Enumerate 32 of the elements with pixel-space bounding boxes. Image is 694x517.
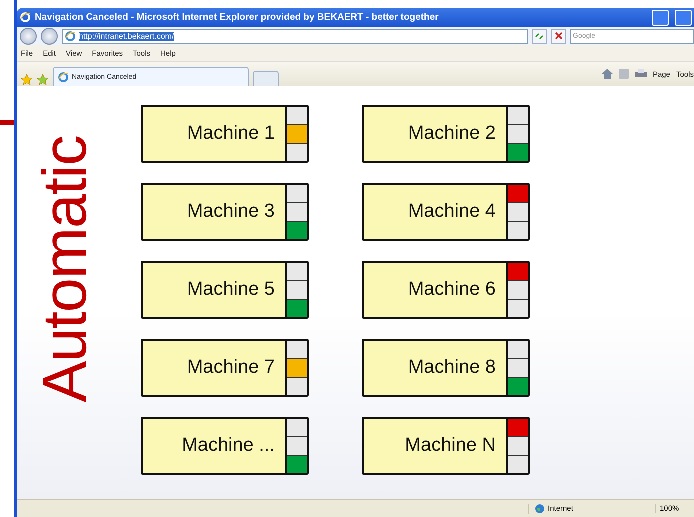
machine-name: Machine 8: [407, 356, 497, 380]
machine-name: Machine N: [404, 434, 497, 458]
machine-name: Machine 7: [186, 356, 276, 380]
machine-name: Machine 4: [407, 200, 497, 224]
machine-name: Machine ...: [181, 434, 276, 458]
ie-logo-icon: [65, 30, 76, 42]
window-title: Navigation Canceled - Microsoft Internet Explorer provided by BEKAERT - better together: [35, 12, 440, 23]
machine-name: Machine 2: [407, 122, 497, 146]
machine-name: Machine 6: [407, 278, 497, 302]
new-tab-button[interactable]: [253, 71, 279, 86]
back-button[interactable]: [20, 28, 37, 44]
machine-name: Machine 3: [186, 200, 276, 224]
stop-icon: [554, 32, 562, 40]
star-icon[interactable]: [37, 74, 49, 86]
forward-button[interactable]: [41, 28, 58, 44]
maximize-button[interactable]: [675, 10, 692, 26]
refresh-button[interactable]: [532, 28, 547, 44]
machine-name: Machine 5: [186, 278, 276, 302]
globe-icon: [535, 504, 545, 514]
ie-logo-icon: [20, 12, 31, 23]
print-icon[interactable]: [634, 69, 647, 79]
feed-icon[interactable]: [618, 69, 629, 79]
address-field[interactable]: http://intranet.bekaert.com/: [62, 28, 528, 44]
slide-marker: [0, 120, 14, 125]
stop-button[interactable]: [551, 28, 566, 44]
machine-name: Machine 1: [186, 122, 276, 146]
mode-heading: Automatic: [35, 136, 97, 403]
minimize-button[interactable]: [652, 10, 669, 26]
ie-logo-icon: [58, 72, 69, 82]
refresh-icon: [535, 32, 544, 40]
home-icon[interactable]: [602, 69, 613, 79]
star-icon[interactable]: [21, 74, 33, 86]
